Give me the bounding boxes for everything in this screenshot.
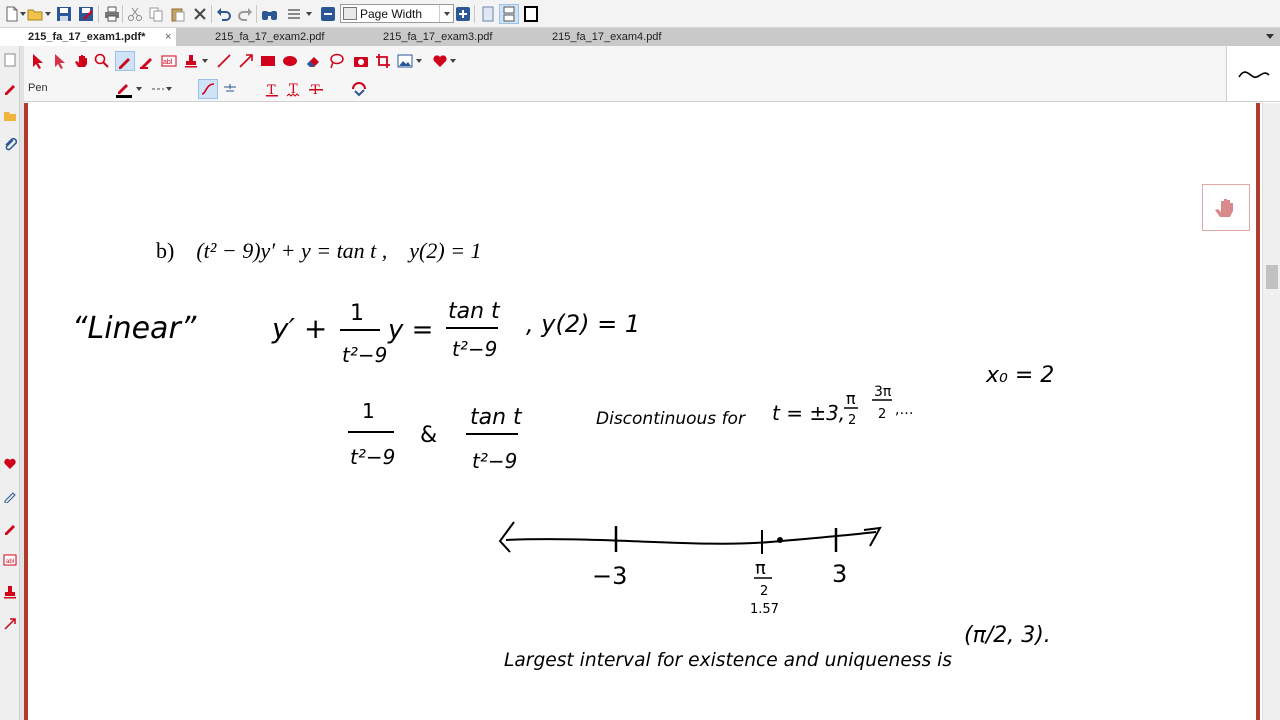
ink-coef2-den: t²−9 xyxy=(472,449,517,473)
ink-label-3: 3 xyxy=(832,560,847,588)
ink-ode-y: y′ + xyxy=(271,312,327,345)
ink-pi3-den: 2 xyxy=(878,407,886,422)
ink-discont: Discontinuous for xyxy=(596,409,746,429)
ink-conclusion: Largest interval for existence and uniqu… xyxy=(504,649,952,671)
ink-label-pi-den: 2 xyxy=(760,584,768,599)
ink-ode-mid: y = xyxy=(387,315,433,345)
ink-coef-num: 1 xyxy=(362,399,375,423)
ink-number-line xyxy=(505,531,877,545)
ink-pi-num: π xyxy=(846,389,856,408)
ink-interval: (π/2, 3). xyxy=(964,623,1051,648)
ink-pi-den: 2 xyxy=(848,413,856,428)
ink-coef2-num: tan t xyxy=(470,405,523,430)
ink-label-neg3: −3 xyxy=(592,562,627,590)
ink-frac2-den: t²−9 xyxy=(452,337,497,361)
ink-label-pi: π xyxy=(755,558,766,579)
ink-right-arrow xyxy=(863,526,882,547)
ink-x0: x₀ = 2 xyxy=(985,363,1054,388)
handwriting-layer: “Linear” y′ + 1 t²−9 y = tan t t²−9 , y(… xyxy=(72,299,1054,671)
ink-coef-den: t²−9 xyxy=(350,445,395,469)
ink-frac1-num: 1 xyxy=(350,301,364,326)
ink-pi3-num: 3π xyxy=(874,384,892,400)
ink-ode-ic: , y(2) = 1 xyxy=(526,310,640,338)
ink-linear: “Linear” xyxy=(72,311,197,346)
ink-ellipsis: ,… xyxy=(895,402,913,418)
ink-points: t = ±3, xyxy=(772,401,845,425)
ink-label-pi-value: 1.57 xyxy=(750,602,779,617)
ink-point-x0 xyxy=(777,537,783,543)
ink-frac2-num: tan t xyxy=(448,299,501,324)
ink-and: & xyxy=(420,423,437,448)
ink-frac1-den: t²−9 xyxy=(342,343,387,367)
ink-left-arrow xyxy=(498,521,515,553)
